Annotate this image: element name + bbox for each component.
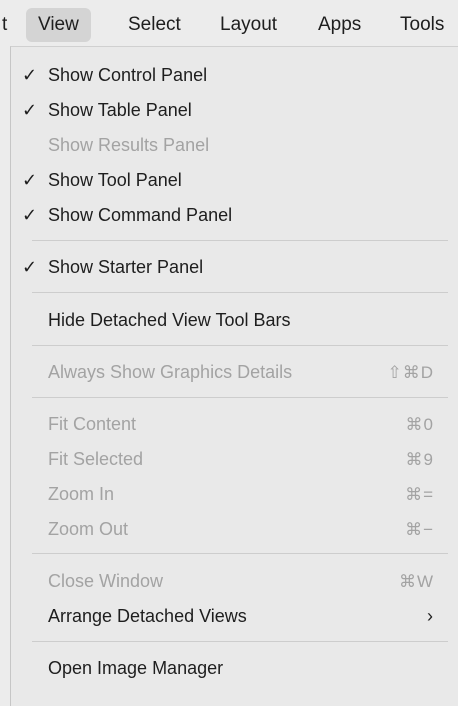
menu-item-show-results-panel: Show Results Panel — [11, 129, 458, 162]
menubar-item-tools[interactable]: Tools — [400, 8, 444, 42]
menu-item-always-show-graphics-details: Always Show Graphics Details ⇧⌘D — [11, 356, 458, 389]
menubar-item-edit-partial[interactable]: t — [2, 8, 7, 42]
menubar-item-layout[interactable]: Layout — [220, 8, 277, 42]
menu-item-label: Show Control Panel — [48, 65, 208, 85]
keyboard-shortcut: ⌘9 — [405, 450, 434, 469]
menu-item-label: Fit Selected — [48, 449, 144, 469]
menu-item-label: Show Tool Panel — [48, 170, 182, 190]
checkmark-icon: ✓ — [22, 170, 38, 190]
checkmark-icon: ✓ — [22, 100, 38, 120]
menu-item-show-tool-panel[interactable]: ✓ Show Tool Panel — [11, 164, 458, 197]
menu-item-fit-content: Fit Content ⌘0 — [11, 408, 458, 441]
menu-item-zoom-out: Zoom Out ⌘− — [11, 513, 458, 546]
menu-item-open-image-manager[interactable]: Open Image Manager — [11, 652, 458, 685]
menu-item-label: Show Starter Panel — [48, 257, 204, 277]
menu-item-label: Fit Content — [48, 414, 137, 434]
menu-item-label: Always Show Graphics Details — [48, 362, 293, 382]
menu-separator — [32, 240, 448, 241]
keyboard-shortcut: ⌘0 — [405, 415, 434, 434]
keyboard-shortcut: ⌘− — [405, 520, 434, 539]
view-menu-dropdown: ✓ Show Control Panel ✓ Show Table Panel … — [10, 46, 458, 706]
menu-item-fit-selected: Fit Selected ⌘9 — [11, 443, 458, 476]
menubar-item-select[interactable]: Select — [128, 8, 181, 42]
menu-item-label: Hide Detached View Tool Bars — [48, 310, 291, 330]
menu-bar: t View Select Layout Apps Tools — [0, 0, 458, 50]
keyboard-shortcut: ⇧⌘D — [387, 363, 434, 382]
menu-separator — [32, 641, 448, 642]
chevron-right-icon: › — [427, 606, 433, 626]
menu-item-label: Show Command Panel — [48, 205, 233, 225]
menu-item-show-starter-panel[interactable]: ✓ Show Starter Panel — [11, 251, 458, 284]
checkmark-icon: ✓ — [22, 205, 38, 225]
keyboard-shortcut: ⌘= — [405, 485, 434, 504]
menubar-item-view[interactable]: View — [26, 8, 91, 42]
menu-item-label: Show Table Panel — [48, 100, 192, 120]
checkmark-icon: ✓ — [22, 65, 38, 85]
menu-item-label: Open Image Manager — [48, 658, 224, 678]
checkmark-icon: ✓ — [22, 257, 38, 277]
menu-separator — [32, 553, 448, 554]
menu-separator — [32, 345, 448, 346]
menu-item-label: Zoom In — [48, 484, 115, 504]
keyboard-shortcut: ⌘W — [398, 572, 434, 591]
menu-item-label: Close Window — [48, 571, 164, 591]
menu-item-hide-detached-view-tool-bars[interactable]: Hide Detached View Tool Bars — [11, 304, 458, 337]
menu-separator — [32, 397, 448, 398]
menu-item-show-command-panel[interactable]: ✓ Show Command Panel — [11, 199, 458, 232]
menu-separator — [32, 292, 448, 293]
menubar-item-apps[interactable]: Apps — [318, 8, 361, 42]
menu-item-label: Zoom Out — [48, 519, 129, 539]
menu-item-show-control-panel[interactable]: ✓ Show Control Panel — [11, 59, 458, 92]
menu-item-show-table-panel[interactable]: ✓ Show Table Panel — [11, 94, 458, 127]
menu-item-zoom-in: Zoom In ⌘= — [11, 478, 458, 511]
menu-item-label: Show Results Panel — [48, 135, 210, 155]
menu-item-arrange-detached-views[interactable]: Arrange Detached Views › — [11, 600, 458, 633]
menu-item-label: Arrange Detached Views — [48, 606, 247, 626]
menu-item-close-window: Close Window ⌘W — [11, 565, 458, 598]
